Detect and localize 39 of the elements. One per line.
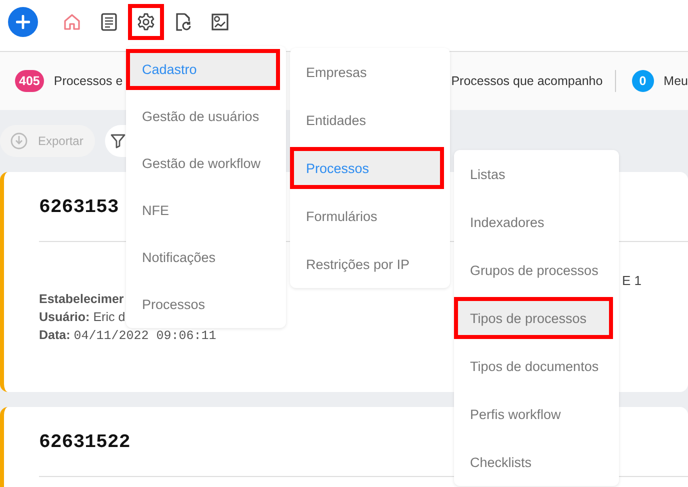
home-icon	[62, 12, 82, 32]
column-text: E 1	[622, 272, 642, 290]
menu-item[interactable]: Processos	[126, 281, 286, 328]
chart-document-icon	[210, 12, 230, 32]
menu-item[interactable]: Formulários	[290, 192, 450, 240]
menu-item[interactable]: Perfis workflow	[454, 390, 619, 438]
stat-label[interactable]: Processos que acompanho	[451, 74, 603, 88]
stat-label[interactable]: Meu	[664, 74, 688, 88]
process-number: 6263153	[39, 196, 119, 218]
menu-item[interactable]: Checklists	[454, 438, 619, 486]
menu-item[interactable]: Gestão de usuários	[126, 93, 286, 140]
count-badge: 0	[632, 70, 654, 92]
menu-item[interactable]: Empresas	[290, 48, 450, 96]
process-number: 62631522	[39, 430, 130, 452]
download-icon	[10, 132, 28, 150]
menu-item[interactable]: Tipos de processos	[454, 297, 613, 339]
menu-item[interactable]: Restrições por IP	[290, 240, 450, 288]
menu-item[interactable]: NFE	[126, 187, 286, 234]
plus-icon	[16, 14, 30, 28]
settings-button[interactable]	[128, 4, 164, 40]
add-button[interactable]	[8, 6, 38, 36]
document-icon	[99, 12, 119, 32]
menu-item[interactable]: Indexadores	[454, 198, 619, 246]
menu-item[interactable]: Notificações	[126, 234, 286, 281]
menu-item[interactable]: Gestão de workflow	[126, 140, 286, 187]
detail-line: Estabelecimer	[39, 291, 124, 308]
menu-item[interactable]: Tipos de documentos	[454, 342, 619, 390]
menu-item[interactable]: Cadastro	[126, 49, 280, 90]
detail-line: Usuário: Eric d	[39, 309, 126, 326]
filter-icon	[110, 133, 126, 149]
document-refresh-icon	[173, 12, 193, 32]
menu-item[interactable]: Grupos de processos	[454, 246, 619, 294]
menu-item[interactable]: Processos	[290, 147, 444, 189]
detail-line: Data: 04/11/2022 09:06:11	[39, 327, 216, 345]
stat-label[interactable]: Processos e	[54, 74, 123, 88]
menu-item[interactable]: Listas	[454, 150, 619, 198]
count-badge: 405	[15, 70, 44, 92]
settings-icon	[136, 12, 156, 32]
menu-item[interactable]: Entidades	[290, 96, 450, 144]
